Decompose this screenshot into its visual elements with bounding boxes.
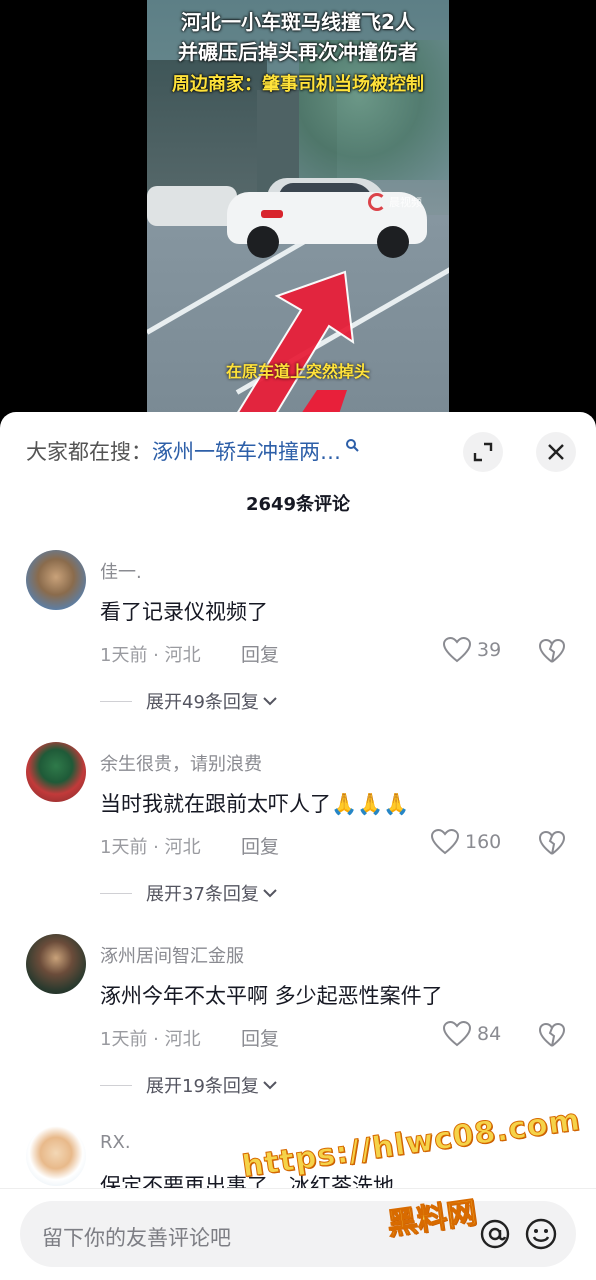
video-player[interactable]: 晨视频 河北一小车斑马线撞飞2人 并碾压后掉头再次冲撞伤者 周边商家：肇事司机当… [0,0,596,420]
comment-text: 看了记录仪视频了 [100,600,268,624]
expand-replies-button[interactable]: 展开19条回复 [100,1072,279,1098]
parked-car [147,186,237,226]
reply-button[interactable]: 回复 [241,1024,279,1051]
trending-search[interactable]: 大家都在搜： 涿州一轿车冲撞两… [26,436,359,466]
like-count: 84 [477,1023,502,1045]
avatar[interactable] [26,1126,86,1186]
comment-meta: 1天前 · 河北 [100,837,201,858]
expand-replies-label: 展开49条回复 [146,692,259,713]
comment-username[interactable]: RX. [100,1132,131,1153]
expand-replies-label: 展开37条回复 [146,884,259,905]
like-count: 160 [465,831,502,853]
close-button[interactable] [536,432,576,472]
chevron-down-icon [263,1081,277,1090]
expand-replies-label: 展开19条回复 [146,1076,259,1097]
video-subtitle: 在原车道上突然掉头 [225,362,370,381]
trending-search-prefix: 大家都在搜： [26,440,152,464]
like-button[interactable]: 39 [443,637,501,663]
avatar[interactable] [26,934,86,994]
avatar[interactable] [26,550,86,610]
comment-username[interactable]: 佳一. [100,558,142,584]
reply-button[interactable]: 回复 [241,832,279,859]
expand-replies-button[interactable]: 展开37条回复 [100,880,279,906]
chevron-down-icon [263,889,277,898]
divider [100,700,132,702]
comment-text: 涿州今年不太平啊 多少起恶性案件了 [100,984,443,1008]
video-title-line2: 并碾压后掉头再次冲撞伤者 [178,40,418,64]
watermark-text: 晨视频 [389,196,422,209]
comment-input[interactable]: 留下你的友善评论吧 [20,1201,576,1267]
comment-input-bar: 留下你的友善评论吧 [0,1188,596,1280]
heart-icon [431,829,459,855]
comment-username[interactable]: 涿州居间智汇金服 [100,942,244,968]
search-icon [346,439,359,452]
like-button[interactable]: 84 [443,1021,501,1047]
comment-input-placeholder: 留下你的友善评论吧 [42,1226,231,1250]
white-car [227,178,427,258]
heart-icon [443,1021,471,1047]
expand-button[interactable] [463,432,503,472]
watermark: 晨视频 [368,193,422,211]
video-title-line3: 周边商家：肇事司机当场被控制 [172,74,424,95]
chevron-down-icon [263,697,277,706]
emoji-icon[interactable] [524,1217,558,1251]
like-button[interactable]: 160 [431,829,501,855]
mention-icon[interactable] [478,1217,512,1251]
comment-count: 2649条评论 [245,494,351,515]
reply-button[interactable]: 回复 [241,640,279,667]
comment-meta: 1天前 · 河北 [100,645,201,666]
divider [100,892,132,894]
heart-icon [443,637,471,663]
watermark-logo-icon [368,193,386,211]
avatar[interactable] [26,742,86,802]
like-count: 39 [477,639,502,661]
comment-username[interactable]: 余生很贵，请别浪费 [100,750,262,776]
divider [100,1084,132,1086]
broken-heart-icon[interactable] [539,638,565,664]
expand-icon [473,442,493,462]
comment-text: 当时我就在跟前太吓人了🙏🙏🙏 [100,792,410,816]
trending-search-keyword[interactable]: 涿州一轿车冲撞两… [152,436,341,466]
broken-heart-icon[interactable] [539,1022,565,1048]
video-title-line1: 河北一小车斑马线撞飞2人 [181,10,415,34]
expand-replies-button[interactable]: 展开49条回复 [100,688,279,714]
broken-heart-icon[interactable] [539,830,565,856]
comment-meta: 1天前 · 河北 [100,1029,201,1050]
close-icon [548,444,564,460]
